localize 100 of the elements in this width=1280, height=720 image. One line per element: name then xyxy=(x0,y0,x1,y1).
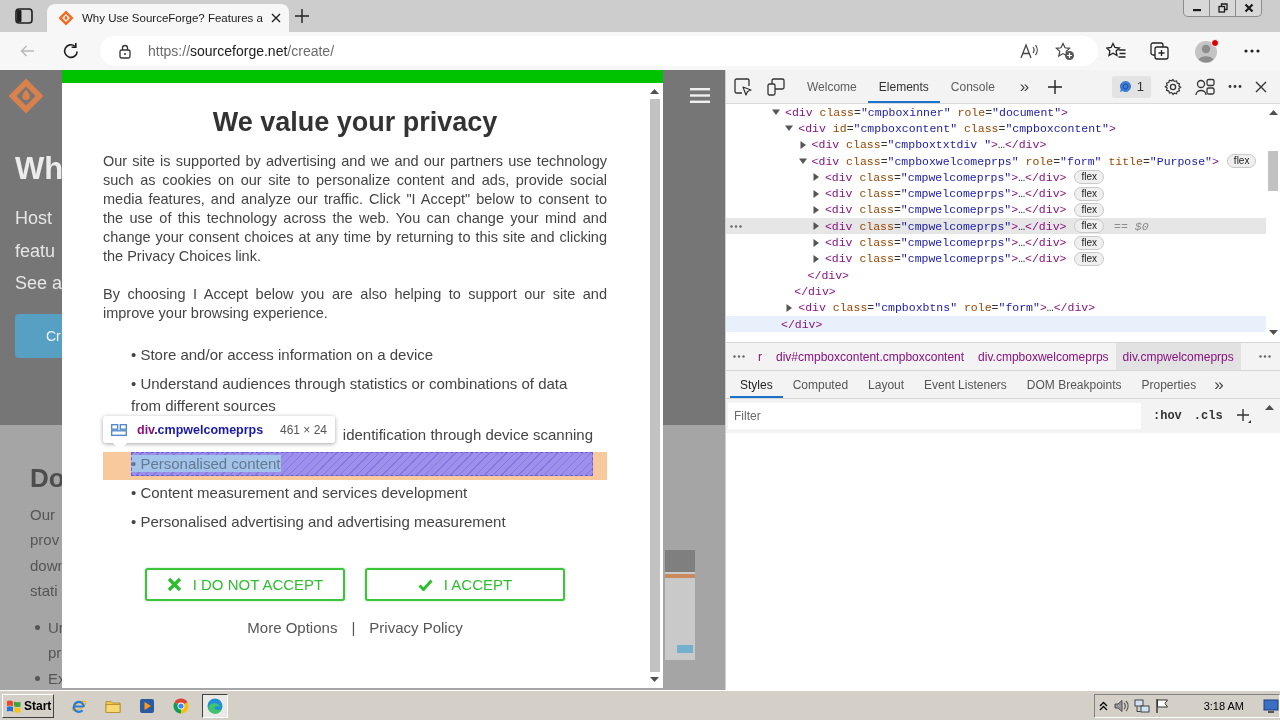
devtools-tab[interactable]: Welcome xyxy=(796,70,868,103)
dom-node-row[interactable]: <div class="cmpwelcomeprps">…</div> flex xyxy=(726,234,1266,251)
dom-node-row[interactable]: <div class="cmpwelcomeprps">…</div> flex xyxy=(726,169,1266,186)
dom-node-row[interactable]: <div class="cmpboxinner" role="document"> xyxy=(726,104,1266,121)
link[interactable]: Privacy Policy xyxy=(369,618,463,638)
dialog-title: We value your privacy xyxy=(211,107,499,137)
panel-tab[interactable]: Layout xyxy=(858,371,915,398)
breadcrumb[interactable]: r xyxy=(751,343,769,370)
settings-icon[interactable] xyxy=(1164,77,1182,96)
flex-badge[interactable]: flex xyxy=(1226,154,1257,169)
dom-node-row[interactable]: <div class="cmpboxwelcomeprps" role="form" title="Purpose"> flex xyxy=(726,152,1266,170)
close-icon[interactable] xyxy=(270,13,281,23)
squares-plus-icon[interactable] xyxy=(1150,42,1170,60)
device-icon[interactable] xyxy=(767,77,785,96)
flex-badge[interactable]: flex xyxy=(1074,219,1105,234)
network-icon[interactable] xyxy=(1133,697,1150,714)
scroll-up-arrow-icon[interactable] xyxy=(1268,110,1278,115)
menu-icon[interactable] xyxy=(690,88,710,103)
scroll-up-arrow-icon[interactable] xyxy=(1265,405,1274,410)
element-size: 461 × 24 xyxy=(279,422,327,437)
expanded-triangle-icon[interactable] xyxy=(798,157,807,166)
scrollbar-thumb[interactable] xyxy=(1268,151,1278,191)
page-text: See a xyxy=(15,272,62,295)
more-icon[interactable] xyxy=(1228,85,1242,88)
address-bar[interactable]: https://sourceforge.net/create/ xyxy=(100,36,1098,66)
dom-node-row[interactable]: <div class="cmpwelcomeprps">…</div> flex == $0 xyxy=(726,218,1266,235)
collapsed-triangle-icon[interactable] xyxy=(811,173,820,182)
refresh-icon[interactable] xyxy=(62,42,80,60)
filter-field[interactable]: Filter xyxy=(728,403,1141,429)
dom-node-row[interactable]: <div class="cmpboxbtns" role="form">…</div> xyxy=(726,299,1266,316)
flex-badge[interactable]: flex xyxy=(1074,202,1105,217)
breadcrumb[interactable]: div.cmpboxwelcomeprps xyxy=(971,343,1116,370)
read-aloud-icon[interactable] xyxy=(1020,43,1040,59)
person-icon[interactable] xyxy=(1195,77,1215,96)
scroll-up-arrow-icon[interactable] xyxy=(650,89,659,94)
dom-node-row[interactable]: </div> xyxy=(726,283,1266,300)
flag-icon[interactable] xyxy=(1154,697,1169,714)
toggle-button[interactable]: .cls xyxy=(1193,409,1223,423)
chevron-up-icon[interactable] xyxy=(1098,700,1108,711)
plus-icon[interactable] xyxy=(1236,409,1251,423)
devtools-tab[interactable]: Elements xyxy=(867,70,940,103)
minimize-button[interactable] xyxy=(1183,0,1210,17)
breadcrumb[interactable]: div.cmpwelcomeprps xyxy=(1115,343,1241,370)
dom-node-row[interactable]: <div class="cmpwelcomeprps">…</div> flex xyxy=(726,185,1266,202)
star-list-icon[interactable] xyxy=(1106,42,1126,60)
issues-button[interactable]: 1 xyxy=(1111,75,1151,98)
flex-badge[interactable]: flex xyxy=(1074,186,1105,201)
restore-button[interactable] xyxy=(1210,0,1236,17)
speaker-icon[interactable] xyxy=(1112,697,1129,714)
more-icon[interactable] xyxy=(1244,49,1260,53)
dialog-paragraph: By choosing I Accept below you are also helping to support our site and improve your browsing experience. xyxy=(103,285,607,323)
star-plus-icon[interactable] xyxy=(1055,41,1075,61)
collapsed-triangle-icon[interactable] xyxy=(785,303,794,312)
close-button[interactable] xyxy=(1236,0,1262,17)
purpose-item: identification through device scanning xyxy=(342,426,593,443)
panel-tab[interactable]: Computed xyxy=(782,371,859,398)
dom-node-row[interactable]: <div class="cmpboxtxtdiv ">…</div> xyxy=(726,136,1266,153)
avatar-icon[interactable] xyxy=(1194,38,1220,64)
dom-node-row[interactable]: <div class="cmpwelcomeprps">…</div> flex xyxy=(726,201,1266,219)
tab-actions-icon[interactable] xyxy=(14,8,33,24)
expanded-triangle-icon[interactable] xyxy=(772,108,780,117)
expanded-triangle-icon[interactable] xyxy=(785,124,794,133)
lock-icon[interactable] xyxy=(119,43,131,59)
devtools-tab[interactable]: Console xyxy=(939,70,1006,103)
close-icon[interactable] xyxy=(1255,80,1267,93)
scrollbar-thumb[interactable] xyxy=(649,99,660,672)
collapsed-triangle-icon[interactable] xyxy=(811,189,820,198)
more-tabs-button[interactable]: » xyxy=(1019,76,1030,97)
check-icon xyxy=(417,578,433,591)
flex-badge[interactable]: flex xyxy=(1074,170,1105,185)
toggle-button[interactable]: :hov xyxy=(1153,409,1182,423)
plus-icon[interactable] xyxy=(294,9,309,23)
collapsed-triangle-icon[interactable] xyxy=(798,140,807,149)
swirl-logo-icon xyxy=(207,697,223,714)
link[interactable]: More Options xyxy=(247,618,338,638)
scroll-down-arrow-icon[interactable] xyxy=(1268,330,1278,335)
breadcrumb[interactable]: div#cmpboxcontent.cmpboxcontent xyxy=(769,343,972,370)
dom-node-row[interactable]: <div class="cmpwelcomeprps">…</div> flex xyxy=(726,250,1266,267)
more-tabs-button[interactable]: » xyxy=(1214,371,1224,398)
collapsed-triangle-icon[interactable] xyxy=(811,238,820,247)
dom-node-row[interactable]: <div id="cmpboxcontent" class="cmpboxcontent"> xyxy=(726,120,1266,137)
dom-node-row[interactable]: </div> xyxy=(726,315,1266,333)
dom-node-row[interactable]: </div> xyxy=(726,266,1266,284)
start-button[interactable]: Start xyxy=(2,693,54,718)
collapsed-triangle-icon[interactable] xyxy=(811,205,820,214)
collapsed-triangle-icon[interactable] xyxy=(811,254,820,263)
page-text: prov xyxy=(30,530,61,550)
plus-icon[interactable] xyxy=(1048,79,1063,94)
flex-badge[interactable]: flex xyxy=(1074,251,1105,266)
browser-tab[interactable]: Why Use SourceForge? Features a xyxy=(47,4,289,32)
scroll-down-arrow-icon[interactable] xyxy=(650,677,659,682)
panel-tab[interactable]: Properties xyxy=(1131,371,1207,398)
collapsed-triangle-icon[interactable] xyxy=(811,222,820,231)
taskbar-button[interactable] xyxy=(202,693,228,718)
flex-badge[interactable]: flex xyxy=(1074,235,1105,250)
panel-tab[interactable]: DOM Breakpoints xyxy=(1016,371,1132,398)
panel-tab[interactable]: Event Listeners xyxy=(914,371,1017,398)
dialog-paragraph: Our site is supported by advertising and we and our partners use technology such as cookies on our site to personalize content and ads, provide social media features, and analyze our traffic. Click "I Accept" below to consent to the use of this technology across the web. You can change your mind and change your consent choices at any time by returning to this site and clicking the Privacy Choices link. xyxy=(103,152,607,266)
monitor-icon[interactable] xyxy=(1263,697,1279,714)
inspect-icon[interactable] xyxy=(734,77,752,96)
